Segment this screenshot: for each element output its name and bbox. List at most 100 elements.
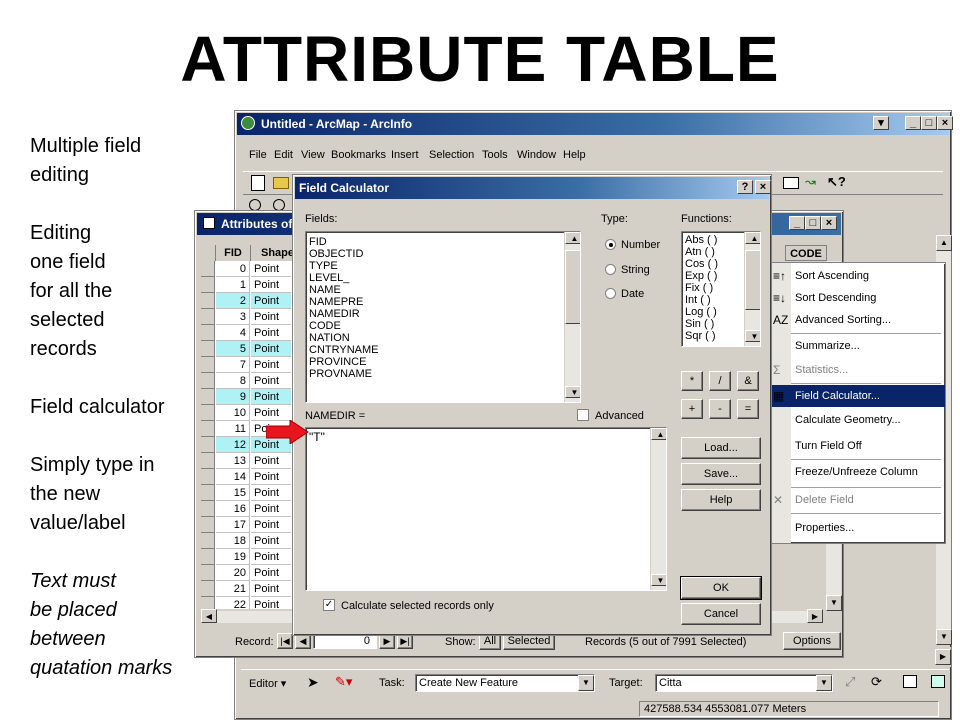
editor-menu[interactable]: Editor ▾ bbox=[249, 677, 286, 690]
table-row[interactable]: 14 Point bbox=[201, 469, 291, 485]
fields-list[interactable]: FID OBJECTID TYPE LEVEL_ NAME NAMEPRE NA… bbox=[305, 231, 581, 403]
context-menu-item[interactable]: ≡↓ Sort Descending bbox=[765, 287, 945, 309]
target-dropdown-arrow[interactable]: ▼ bbox=[816, 675, 832, 691]
type-number-radio[interactable] bbox=[605, 239, 616, 250]
scroll-up-arrow[interactable]: ▲ bbox=[936, 235, 952, 251]
fields-scroll-up[interactable]: ▲ bbox=[565, 232, 580, 244]
cell-shape[interactable]: Point bbox=[251, 469, 291, 485]
table-row[interactable]: 7 Point bbox=[201, 357, 291, 373]
row-selector[interactable] bbox=[201, 325, 215, 341]
row-selector[interactable] bbox=[201, 581, 215, 597]
field-item[interactable]: OBJECTID bbox=[306, 248, 580, 260]
table-row[interactable]: 8 Point bbox=[201, 373, 291, 389]
field-item[interactable]: NAMEDIR bbox=[306, 308, 580, 320]
fields-scrollbar[interactable]: ▲ ▼ bbox=[564, 232, 580, 402]
cell-shape[interactable]: Point bbox=[251, 277, 291, 293]
cell-shape[interactable]: Point bbox=[251, 533, 291, 549]
ok-button[interactable]: OK bbox=[680, 576, 762, 600]
advanced-checkbox[interactable] bbox=[577, 409, 589, 421]
type-date-radio[interactable] bbox=[605, 288, 616, 299]
split-tool-icon[interactable]: ⤢ bbox=[845, 674, 855, 690]
field-item[interactable]: CNTRYNAME bbox=[306, 344, 580, 356]
scroll-right-arrow[interactable]: ▶ bbox=[935, 649, 951, 665]
column-header-shape[interactable]: Shape bbox=[252, 245, 297, 261]
table-row[interactable]: 9 Point bbox=[201, 389, 291, 405]
cell-fid[interactable]: 4 bbox=[216, 325, 250, 341]
expression-scrollbar[interactable]: ▲ ▼ bbox=[650, 428, 666, 590]
field-item[interactable]: NATION bbox=[306, 332, 580, 344]
cell-shape[interactable]: Point bbox=[251, 373, 291, 389]
row-selector[interactable] bbox=[201, 485, 215, 501]
cell-fid[interactable]: 8 bbox=[216, 373, 250, 389]
context-menu-item[interactable]: Turn Field Off bbox=[765, 435, 945, 457]
cell-shape[interactable]: Point bbox=[251, 357, 291, 373]
row-selector[interactable] bbox=[201, 261, 215, 277]
cell-fid[interactable]: 3 bbox=[216, 309, 250, 325]
field-item[interactable]: CODE bbox=[306, 320, 580, 332]
context-menu-item[interactable]: Calculate Geometry... bbox=[765, 409, 945, 431]
menu-edit[interactable]: Edit bbox=[274, 149, 293, 161]
row-selector[interactable] bbox=[201, 277, 215, 293]
menu-view[interactable]: View bbox=[301, 149, 325, 161]
table-row[interactable]: 21 Point bbox=[201, 581, 291, 597]
row-selector[interactable] bbox=[201, 549, 215, 565]
calc-selected-label[interactable]: Calculate selected records only bbox=[341, 600, 494, 612]
field-item[interactable]: FID bbox=[306, 236, 580, 248]
cell-fid[interactable]: 2 bbox=[216, 293, 250, 309]
new-document-icon[interactable] bbox=[251, 175, 265, 191]
attributes-scroll-down[interactable]: ▼ bbox=[826, 595, 842, 611]
row-selector[interactable] bbox=[201, 597, 215, 609]
minimize-button[interactable]: _ bbox=[905, 116, 921, 130]
row-selector[interactable] bbox=[201, 533, 215, 549]
task-dropdown[interactable]: Create New Feature ▼ bbox=[415, 674, 595, 692]
rotate-tool-icon[interactable]: ⟳ bbox=[871, 674, 882, 690]
cell-fid[interactable]: 18 bbox=[216, 533, 250, 549]
cell-fid[interactable]: 13 bbox=[216, 453, 250, 469]
table-row[interactable]: 15 Point bbox=[201, 485, 291, 501]
cell-shape[interactable]: Point bbox=[251, 293, 291, 309]
functions-list[interactable]: Abs ( ) Atn ( ) Cos ( ) Exp ( ) Fix ( ) … bbox=[681, 231, 761, 347]
row-selector[interactable] bbox=[201, 293, 215, 309]
cell-shape[interactable]: Point bbox=[251, 261, 291, 277]
row-selector[interactable] bbox=[201, 501, 215, 517]
cell-fid[interactable]: 12 bbox=[216, 437, 250, 453]
context-menu-item[interactable]: ✕ Delete Field bbox=[765, 489, 945, 511]
operator-divide-button[interactable]: / bbox=[709, 371, 731, 391]
rectangle-select-icon[interactable] bbox=[783, 177, 799, 189]
cell-fid[interactable]: 0 bbox=[216, 261, 250, 277]
context-menu-item[interactable]: Properties... bbox=[765, 517, 945, 539]
task-dropdown-arrow[interactable]: ▼ bbox=[578, 675, 594, 691]
table-row[interactable]: 1 Point bbox=[201, 277, 291, 293]
context-menu-item[interactable]: Σ Statistics... bbox=[765, 359, 945, 381]
scroll-down-arrow[interactable]: ▼ bbox=[936, 629, 952, 645]
menu-bookmarks[interactable]: Bookmarks bbox=[331, 149, 386, 161]
menu-tools[interactable]: Tools bbox=[482, 149, 508, 161]
menu-file[interactable]: File bbox=[249, 149, 267, 161]
cell-shape[interactable]: Point bbox=[251, 325, 291, 341]
column-header-fid[interactable]: FID bbox=[216, 245, 251, 261]
cell-shape[interactable]: Point bbox=[251, 341, 291, 357]
operator-multiply-button[interactable]: * bbox=[681, 371, 703, 391]
table-row[interactable]: 0 Point bbox=[201, 261, 291, 277]
cell-fid[interactable]: 5 bbox=[216, 341, 250, 357]
cell-shape[interactable]: Point bbox=[251, 565, 291, 581]
menu-insert[interactable]: Insert bbox=[391, 149, 419, 161]
functions-scroll-up[interactable]: ▲ bbox=[745, 232, 760, 244]
type-string-radio[interactable] bbox=[605, 264, 616, 275]
expression-scroll-up[interactable]: ▲ bbox=[651, 428, 666, 440]
table-row[interactable]: 4 Point bbox=[201, 325, 291, 341]
help-button[interactable]: Help bbox=[681, 489, 761, 511]
context-menu-item[interactable]: ≡↑ Sort Ascending bbox=[765, 265, 945, 287]
cell-shape[interactable]: Point bbox=[251, 597, 291, 609]
expression-textbox[interactable]: "T" ▲ ▼ bbox=[305, 427, 667, 591]
functions-scroll-thumb[interactable] bbox=[745, 250, 760, 310]
menu-window[interactable]: Window bbox=[517, 149, 556, 161]
row-selector[interactable] bbox=[201, 421, 215, 437]
field-item[interactable]: NAMEPRE bbox=[306, 296, 580, 308]
menu-help[interactable]: Help bbox=[563, 149, 586, 161]
cell-fid[interactable]: 10 bbox=[216, 405, 250, 421]
cancel-button[interactable]: Cancel bbox=[681, 603, 761, 625]
calc-selected-checkbox[interactable]: ✓ bbox=[323, 599, 335, 611]
row-selector[interactable] bbox=[201, 517, 215, 533]
operator-equals-button[interactable]: = bbox=[737, 399, 759, 419]
